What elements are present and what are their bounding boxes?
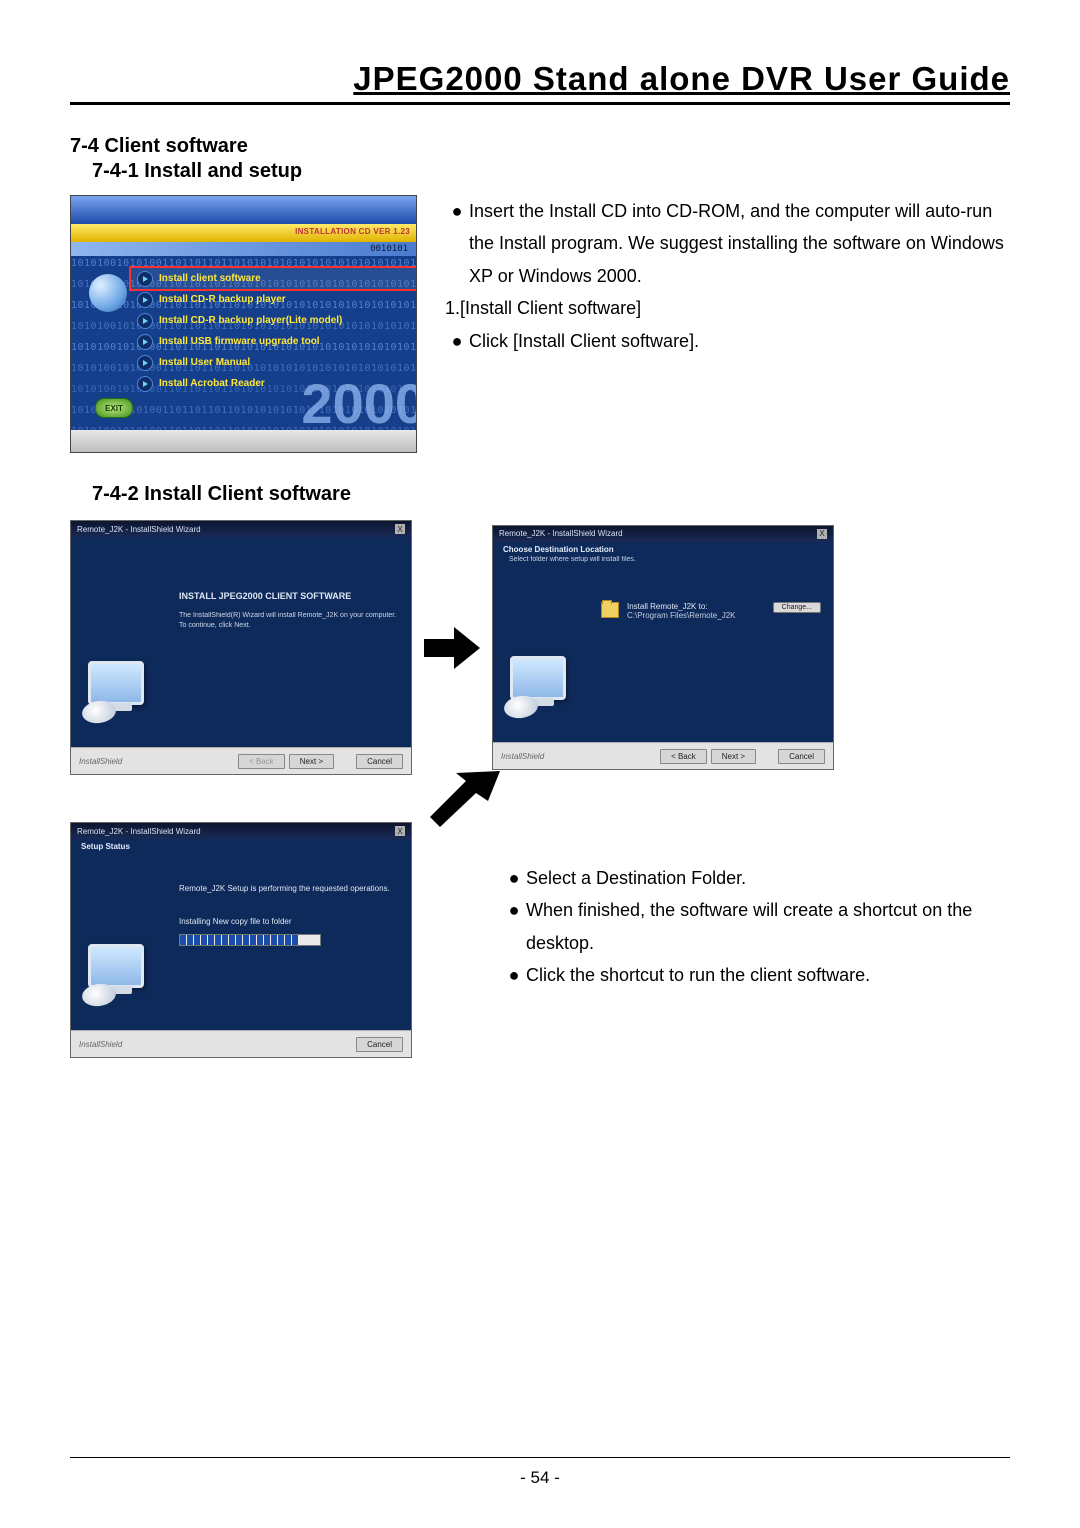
menu-item-usb-firmware[interactable]: Install USB firmware upgrade tool (131, 331, 416, 352)
monitor-icon (510, 656, 572, 718)
next-button[interactable]: Next > (289, 754, 334, 769)
cancel-button[interactable]: Cancel (356, 1037, 403, 1052)
installshield-brand: InstallShield (79, 757, 122, 766)
wizard-sub-desc: Select folder where setup will install f… (503, 555, 823, 564)
play-icon (137, 376, 153, 392)
dest-line-1: Install Remote_J2K to: (627, 602, 735, 611)
progress-line-2: Installing New copy file to folder (179, 917, 399, 926)
cancel-button[interactable]: Cancel (356, 754, 403, 769)
back-button[interactable]: < Back (660, 749, 707, 764)
dest-line-2: C:\Program Files\Remote_J2K (627, 611, 735, 620)
arrow-diagonal-icon (430, 771, 510, 832)
progress-line-1: Remote_J2K Setup is performing the reque… (179, 884, 399, 893)
wizard-sub-title: Choose Destination Location (503, 545, 823, 555)
bullet-item: ● Click [Install Client software]. (445, 325, 1010, 357)
folder-icon (601, 602, 619, 618)
menu-item-cdr-backup-lite[interactable]: Install CD-R backup player(Lite model) (131, 310, 416, 331)
play-icon (137, 334, 153, 350)
wizard-title: Remote_J2K - InstallShield Wizard (77, 525, 201, 534)
close-icon[interactable]: X (817, 529, 827, 539)
heading-7-4: 7-4 Client software (70, 135, 1010, 158)
change-button[interactable]: Change... (773, 602, 821, 613)
close-icon[interactable]: X (395, 524, 405, 534)
page-title: JPEG2000 Stand alone DVR User Guide (70, 60, 1010, 105)
cancel-button[interactable]: Cancel (778, 749, 825, 764)
arrow-right-icon (412, 627, 492, 669)
globe-icon (89, 274, 127, 312)
numbered-step: 1.[Install Client software] (445, 292, 1010, 324)
watermark-2000: 2000 (301, 371, 416, 430)
menu-item-cdr-backup[interactable]: Install CD-R backup player (131, 289, 416, 310)
play-icon (137, 292, 153, 308)
progress-bar (179, 934, 321, 946)
next-button[interactable]: Next > (711, 749, 756, 764)
play-icon (137, 355, 153, 371)
play-icon (137, 271, 153, 287)
heading-7-4-2: 7-4-2 Install Client software (92, 483, 1010, 506)
heading-7-4-1: 7-4-1 Install and setup (92, 160, 1010, 183)
wizard-destination-figure: Remote_J2K - InstallShield Wizard X Choo… (492, 525, 834, 770)
cd-version-label: INSTALLATION CD VER 1.23 (295, 227, 410, 236)
menu-label: Install client software (159, 273, 261, 284)
exit-button[interactable]: EXIT (95, 398, 133, 418)
back-button[interactable]: < Back (238, 754, 285, 769)
monitor-icon (88, 661, 150, 723)
wizard-welcome-figure: Remote_J2K - InstallShield Wizard X INST… (70, 520, 412, 775)
page-number: - 54 - (0, 1468, 1080, 1488)
close-icon[interactable]: X (395, 826, 405, 836)
monitor-icon (88, 944, 150, 1006)
cd-digits-strip: 0010101 (71, 242, 416, 256)
play-icon (137, 313, 153, 329)
bullet-item: ● Insert the Install CD into CD-ROM, and… (445, 195, 1010, 292)
bullet-item: ● When finished, the software will creat… (502, 894, 1010, 959)
wizard-desc: The InstallShield(R) Wizard will install… (179, 611, 399, 631)
wizard-sub-title: Setup Status (81, 842, 401, 852)
wizard-progress-figure: Remote_J2K - InstallShield Wizard X Setu… (70, 822, 412, 1058)
bullet-item: ● Click the shortcut to run the client s… (502, 959, 1010, 991)
menu-item-install-client[interactable]: Install client software (131, 268, 416, 289)
wizard-heading: INSTALL JPEG2000 CLIENT SOFTWARE (179, 591, 399, 601)
bullet-item: ● Select a Destination Folder. (502, 862, 1010, 894)
cd-autorun-menu-figure: INSTALLATION CD VER 1.23 0010101 1010100… (70, 195, 417, 453)
bottom-rule (70, 1457, 1010, 1458)
menu-item-user-manual[interactable]: Install User Manual (131, 352, 416, 373)
